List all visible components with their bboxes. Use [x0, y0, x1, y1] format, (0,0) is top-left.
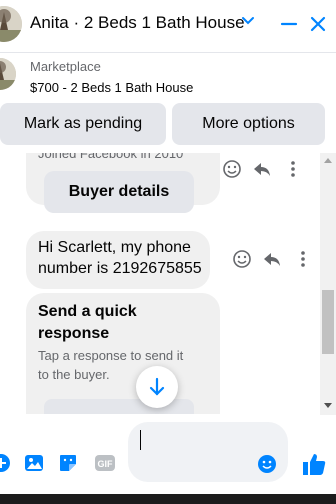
- quick-response-title: Send a quick response: [38, 303, 137, 342]
- plus-icon[interactable]: [0, 454, 10, 472]
- close-icon[interactable]: [308, 14, 328, 34]
- minimize-icon[interactable]: [279, 14, 299, 34]
- scrollbar[interactable]: [320, 153, 336, 415]
- mark-as-pending-button[interactable]: Mark as pending: [0, 103, 166, 145]
- more-actions-icon[interactable]: [293, 249, 313, 269]
- scroll-to-bottom-button[interactable]: [136, 366, 178, 408]
- sticker-icon[interactable]: [58, 453, 78, 473]
- conversation-title[interactable]: Anita · 2 Beds 1 Bath House: [30, 12, 245, 34]
- more-options-button[interactable]: More options: [172, 103, 325, 145]
- text-cursor: [140, 430, 141, 450]
- scroll-up-arrow-icon[interactable]: [323, 156, 333, 164]
- reply-icon[interactable]: [262, 249, 282, 269]
- svg-text:GIF: GIF: [98, 459, 114, 469]
- chevron-down-icon[interactable]: [241, 14, 255, 28]
- arrow-down-icon: [149, 377, 165, 396]
- like-icon[interactable]: [301, 451, 327, 477]
- reply-icon[interactable]: [252, 159, 272, 179]
- window-bottom-edge: [0, 494, 336, 504]
- marketplace-label: Marketplace: [30, 59, 101, 74]
- scroll-down-arrow-icon[interactable]: [323, 402, 333, 410]
- message-list[interactable]: Joined Facebook in 2010 Buyer details Hi…: [0, 153, 320, 414]
- message-text: Hi Scarlett, my phone number is 21926758…: [38, 239, 202, 277]
- gif-icon[interactable]: GIF: [94, 453, 116, 473]
- buyer-details-button[interactable]: Buyer details: [44, 171, 194, 213]
- scrollbar-thumb[interactable]: [322, 290, 334, 354]
- message-input[interactable]: [128, 422, 288, 482]
- emoji-icon[interactable]: [258, 455, 276, 473]
- emoji-reaction-icon[interactable]: [222, 159, 242, 179]
- photo-icon[interactable]: [24, 453, 44, 473]
- buyer-joined-text: Joined Facebook in 2010: [38, 153, 184, 161]
- more-actions-icon[interactable]: [283, 159, 303, 179]
- emoji-reaction-icon[interactable]: [232, 249, 252, 269]
- listing-title[interactable]: $700 - 2 Beds 1 Bath House: [30, 80, 193, 95]
